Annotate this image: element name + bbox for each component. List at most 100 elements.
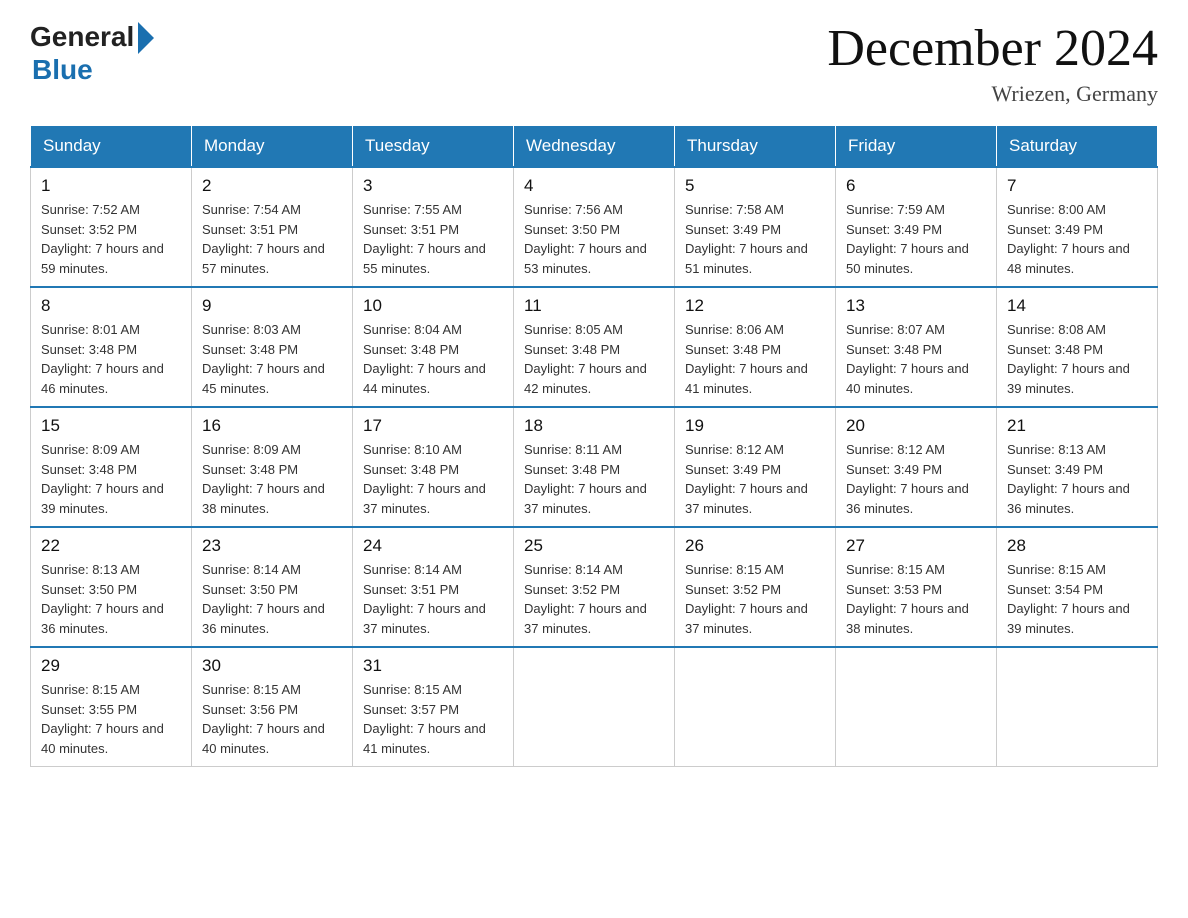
day-info: Sunrise: 8:15 AMSunset: 3:53 PMDaylight:…: [846, 562, 969, 636]
day-number: 30: [202, 656, 342, 676]
calendar-cell: 2 Sunrise: 7:54 AMSunset: 3:51 PMDayligh…: [192, 167, 353, 287]
day-info: Sunrise: 7:55 AMSunset: 3:51 PMDaylight:…: [363, 202, 486, 276]
day-info: Sunrise: 8:14 AMSunset: 3:52 PMDaylight:…: [524, 562, 647, 636]
calendar-cell: 26 Sunrise: 8:15 AMSunset: 3:52 PMDaylig…: [675, 527, 836, 647]
calendar-day-header-friday: Friday: [836, 126, 997, 168]
day-info: Sunrise: 8:12 AMSunset: 3:49 PMDaylight:…: [846, 442, 969, 516]
calendar-week-row: 1 Sunrise: 7:52 AMSunset: 3:52 PMDayligh…: [31, 167, 1158, 287]
day-number: 5: [685, 176, 825, 196]
calendar-day-header-wednesday: Wednesday: [514, 126, 675, 168]
calendar-cell: 12 Sunrise: 8:06 AMSunset: 3:48 PMDaylig…: [675, 287, 836, 407]
calendar-cell: 18 Sunrise: 8:11 AMSunset: 3:48 PMDaylig…: [514, 407, 675, 527]
calendar-week-row: 22 Sunrise: 8:13 AMSunset: 3:50 PMDaylig…: [31, 527, 1158, 647]
day-number: 11: [524, 296, 664, 316]
calendar-cell: 3 Sunrise: 7:55 AMSunset: 3:51 PMDayligh…: [353, 167, 514, 287]
calendar-cell: 6 Sunrise: 7:59 AMSunset: 3:49 PMDayligh…: [836, 167, 997, 287]
page-header: General Blue December 2024 Wriezen, Germ…: [30, 20, 1158, 107]
day-info: Sunrise: 8:10 AMSunset: 3:48 PMDaylight:…: [363, 442, 486, 516]
day-info: Sunrise: 8:01 AMSunset: 3:48 PMDaylight:…: [41, 322, 164, 396]
calendar-cell: [997, 647, 1158, 767]
day-number: 16: [202, 416, 342, 436]
calendar-cell: 10 Sunrise: 8:04 AMSunset: 3:48 PMDaylig…: [353, 287, 514, 407]
day-number: 25: [524, 536, 664, 556]
logo-text-general: General: [30, 21, 134, 53]
day-info: Sunrise: 8:13 AMSunset: 3:50 PMDaylight:…: [41, 562, 164, 636]
day-info: Sunrise: 7:58 AMSunset: 3:49 PMDaylight:…: [685, 202, 808, 276]
calendar-cell: 27 Sunrise: 8:15 AMSunset: 3:53 PMDaylig…: [836, 527, 997, 647]
day-info: Sunrise: 8:15 AMSunset: 3:54 PMDaylight:…: [1007, 562, 1130, 636]
day-number: 20: [846, 416, 986, 436]
day-info: Sunrise: 8:04 AMSunset: 3:48 PMDaylight:…: [363, 322, 486, 396]
day-info: Sunrise: 8:12 AMSunset: 3:49 PMDaylight:…: [685, 442, 808, 516]
day-number: 29: [41, 656, 181, 676]
month-title: December 2024: [827, 20, 1158, 77]
day-info: Sunrise: 8:09 AMSunset: 3:48 PMDaylight:…: [41, 442, 164, 516]
calendar-week-row: 8 Sunrise: 8:01 AMSunset: 3:48 PMDayligh…: [31, 287, 1158, 407]
day-info: Sunrise: 8:13 AMSunset: 3:49 PMDaylight:…: [1007, 442, 1130, 516]
calendar-cell: 13 Sunrise: 8:07 AMSunset: 3:48 PMDaylig…: [836, 287, 997, 407]
calendar-cell: 21 Sunrise: 8:13 AMSunset: 3:49 PMDaylig…: [997, 407, 1158, 527]
calendar-cell: [675, 647, 836, 767]
logo: General Blue: [30, 20, 154, 86]
day-info: Sunrise: 8:09 AMSunset: 3:48 PMDaylight:…: [202, 442, 325, 516]
day-info: Sunrise: 8:14 AMSunset: 3:51 PMDaylight:…: [363, 562, 486, 636]
day-number: 7: [1007, 176, 1147, 196]
logo-text-blue: Blue: [32, 54, 93, 86]
day-number: 27: [846, 536, 986, 556]
day-info: Sunrise: 8:15 AMSunset: 3:56 PMDaylight:…: [202, 682, 325, 756]
calendar-cell: 29 Sunrise: 8:15 AMSunset: 3:55 PMDaylig…: [31, 647, 192, 767]
day-number: 8: [41, 296, 181, 316]
calendar-cell: 16 Sunrise: 8:09 AMSunset: 3:48 PMDaylig…: [192, 407, 353, 527]
day-number: 14: [1007, 296, 1147, 316]
day-number: 26: [685, 536, 825, 556]
day-info: Sunrise: 8:15 AMSunset: 3:57 PMDaylight:…: [363, 682, 486, 756]
day-number: 28: [1007, 536, 1147, 556]
day-info: Sunrise: 7:54 AMSunset: 3:51 PMDaylight:…: [202, 202, 325, 276]
day-number: 31: [363, 656, 503, 676]
calendar-day-header-thursday: Thursday: [675, 126, 836, 168]
calendar-week-row: 29 Sunrise: 8:15 AMSunset: 3:55 PMDaylig…: [31, 647, 1158, 767]
day-number: 2: [202, 176, 342, 196]
day-number: 21: [1007, 416, 1147, 436]
day-info: Sunrise: 8:07 AMSunset: 3:48 PMDaylight:…: [846, 322, 969, 396]
day-info: Sunrise: 7:59 AMSunset: 3:49 PMDaylight:…: [846, 202, 969, 276]
day-info: Sunrise: 8:03 AMSunset: 3:48 PMDaylight:…: [202, 322, 325, 396]
day-number: 12: [685, 296, 825, 316]
calendar-day-header-tuesday: Tuesday: [353, 126, 514, 168]
day-number: 1: [41, 176, 181, 196]
day-number: 24: [363, 536, 503, 556]
calendar-cell: [836, 647, 997, 767]
day-info: Sunrise: 8:05 AMSunset: 3:48 PMDaylight:…: [524, 322, 647, 396]
day-number: 13: [846, 296, 986, 316]
calendar-day-header-sunday: Sunday: [31, 126, 192, 168]
day-number: 6: [846, 176, 986, 196]
calendar-day-header-monday: Monday: [192, 126, 353, 168]
day-number: 17: [363, 416, 503, 436]
calendar-header-row: SundayMondayTuesdayWednesdayThursdayFrid…: [31, 126, 1158, 168]
calendar-cell: 7 Sunrise: 8:00 AMSunset: 3:49 PMDayligh…: [997, 167, 1158, 287]
calendar-cell: 14 Sunrise: 8:08 AMSunset: 3:48 PMDaylig…: [997, 287, 1158, 407]
day-number: 4: [524, 176, 664, 196]
calendar-cell: 17 Sunrise: 8:10 AMSunset: 3:48 PMDaylig…: [353, 407, 514, 527]
day-info: Sunrise: 7:52 AMSunset: 3:52 PMDaylight:…: [41, 202, 164, 276]
calendar-cell: 8 Sunrise: 8:01 AMSunset: 3:48 PMDayligh…: [31, 287, 192, 407]
calendar-cell: 5 Sunrise: 7:58 AMSunset: 3:49 PMDayligh…: [675, 167, 836, 287]
day-info: Sunrise: 8:06 AMSunset: 3:48 PMDaylight:…: [685, 322, 808, 396]
calendar-cell: [514, 647, 675, 767]
day-info: Sunrise: 8:14 AMSunset: 3:50 PMDaylight:…: [202, 562, 325, 636]
calendar-day-header-saturday: Saturday: [997, 126, 1158, 168]
calendar-cell: 1 Sunrise: 7:52 AMSunset: 3:52 PMDayligh…: [31, 167, 192, 287]
calendar-week-row: 15 Sunrise: 8:09 AMSunset: 3:48 PMDaylig…: [31, 407, 1158, 527]
day-info: Sunrise: 7:56 AMSunset: 3:50 PMDaylight:…: [524, 202, 647, 276]
calendar-cell: 19 Sunrise: 8:12 AMSunset: 3:49 PMDaylig…: [675, 407, 836, 527]
logo-arrow-icon: [138, 22, 154, 54]
calendar-cell: 22 Sunrise: 8:13 AMSunset: 3:50 PMDaylig…: [31, 527, 192, 647]
calendar-cell: 15 Sunrise: 8:09 AMSunset: 3:48 PMDaylig…: [31, 407, 192, 527]
calendar-table: SundayMondayTuesdayWednesdayThursdayFrid…: [30, 125, 1158, 767]
calendar-cell: 4 Sunrise: 7:56 AMSunset: 3:50 PMDayligh…: [514, 167, 675, 287]
calendar-cell: 9 Sunrise: 8:03 AMSunset: 3:48 PMDayligh…: [192, 287, 353, 407]
calendar-cell: 20 Sunrise: 8:12 AMSunset: 3:49 PMDaylig…: [836, 407, 997, 527]
day-info: Sunrise: 8:15 AMSunset: 3:55 PMDaylight:…: [41, 682, 164, 756]
calendar-cell: 24 Sunrise: 8:14 AMSunset: 3:51 PMDaylig…: [353, 527, 514, 647]
day-number: 22: [41, 536, 181, 556]
